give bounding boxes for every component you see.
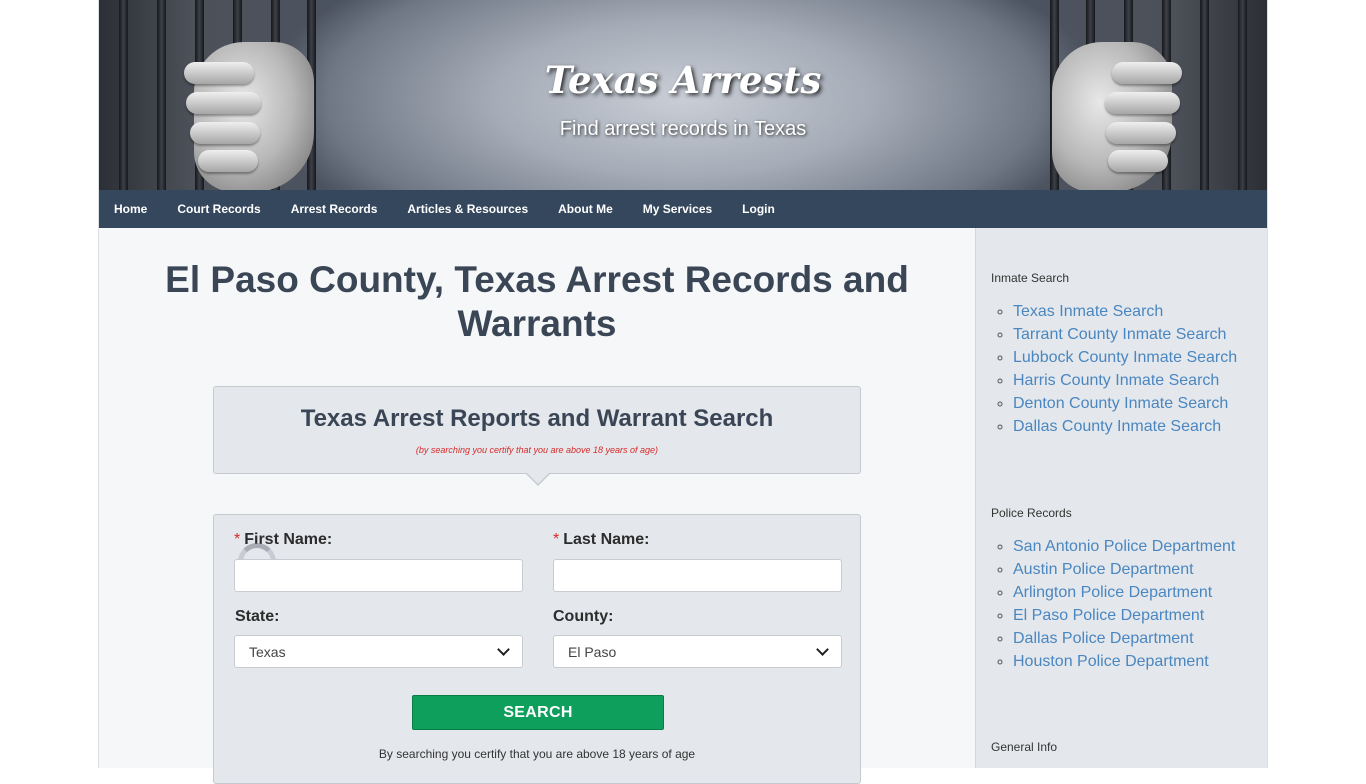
link-dallas-police[interactable]: Dallas Police Department bbox=[1013, 630, 1194, 647]
state-selected-value: Texas bbox=[249, 643, 286, 660]
search-button[interactable]: SEARCH bbox=[412, 695, 664, 730]
inmate-search-list: Texas Inmate Search Tarrant County Inmat… bbox=[991, 300, 1237, 438]
county-selected-value: El Paso bbox=[568, 643, 617, 660]
link-houston-police[interactable]: Houston Police Department bbox=[1013, 653, 1209, 670]
list-item: Dallas Police Department bbox=[1013, 627, 1235, 650]
list-item: Houston Police Department bbox=[1013, 650, 1235, 673]
nav-login[interactable]: Login bbox=[727, 202, 790, 216]
link-arlington-police[interactable]: Arlington Police Department bbox=[1013, 584, 1212, 601]
link-lubbock-county-inmate-search[interactable]: Lubbock County Inmate Search bbox=[1013, 349, 1237, 366]
list-item: Austin Police Department bbox=[1013, 558, 1235, 581]
state-select[interactable]: Texas bbox=[234, 635, 523, 668]
required-mark: * bbox=[234, 531, 241, 548]
search-panel-header: Texas Arrest Reports and Warrant Search … bbox=[213, 386, 861, 486]
list-item: Arlington Police Department bbox=[1013, 581, 1235, 604]
list-item: Texas Inmate Search bbox=[1013, 300, 1237, 323]
link-dallas-county-inmate-search[interactable]: Dallas County Inmate Search bbox=[1013, 418, 1221, 435]
list-item: Lubbock County Inmate Search bbox=[1013, 346, 1237, 369]
link-austin-police[interactable]: Austin Police Department bbox=[1013, 561, 1194, 578]
certify-text: By searching you certify that you are ab… bbox=[378, 747, 696, 761]
main-nav: Home Court Records Arrest Records Articl… bbox=[99, 190, 1267, 228]
list-item: Tarrant County Inmate Search bbox=[1013, 323, 1237, 346]
search-panel-title: Texas Arrest Reports and Warrant Search bbox=[300, 405, 774, 432]
nav-articles-resources[interactable]: Articles & Resources bbox=[392, 202, 543, 216]
nav-home[interactable]: Home bbox=[99, 202, 162, 216]
link-texas-inmate-search[interactable]: Texas Inmate Search bbox=[1013, 303, 1163, 320]
list-item: Dallas County Inmate Search bbox=[1013, 415, 1237, 438]
list-item: El Paso Police Department bbox=[1013, 604, 1235, 627]
police-records-list: San Antonio Police Department Austin Pol… bbox=[991, 535, 1235, 673]
page-container: Texas Arrests Find arrest records in Tex… bbox=[98, 0, 1268, 784]
link-denton-county-inmate-search[interactable]: Denton County Inmate Search bbox=[1013, 395, 1228, 412]
required-mark: * bbox=[553, 531, 560, 548]
county-label: County: bbox=[553, 608, 614, 625]
site-tagline: Find arrest records in Texas bbox=[559, 118, 807, 140]
link-tarrant-county-inmate-search[interactable]: Tarrant County Inmate Search bbox=[1013, 326, 1226, 343]
link-san-antonio-police[interactable]: San Antonio Police Department bbox=[1013, 538, 1235, 555]
site-title[interactable]: Texas Arrests bbox=[99, 58, 1267, 102]
link-harris-county-inmate-search[interactable]: Harris County Inmate Search bbox=[1013, 372, 1219, 389]
search-form: * First Name: * Last Name: State: Texas Co… bbox=[213, 514, 861, 784]
list-item: San Antonio Police Department bbox=[1013, 535, 1235, 558]
sidebar-heading-inmate-search: Inmate Search bbox=[991, 271, 1070, 285]
list-item: Harris County Inmate Search bbox=[1013, 369, 1237, 392]
panel-pointer-arrow bbox=[525, 472, 551, 486]
nav-court-records[interactable]: Court Records bbox=[162, 202, 275, 216]
list-item: Denton County Inmate Search bbox=[1013, 392, 1237, 415]
search-age-note: (by searching you certify that you are a… bbox=[415, 445, 659, 455]
county-select[interactable]: El Paso bbox=[553, 635, 842, 668]
nav-about-me[interactable]: About Me bbox=[543, 202, 628, 216]
last-name-label: * Last Name: bbox=[553, 531, 650, 548]
sidebar-heading-police-records: Police Records bbox=[991, 506, 1072, 520]
first-name-input[interactable] bbox=[234, 559, 523, 592]
chevron-down-icon bbox=[497, 643, 510, 656]
page-title: El Paso County, Texas Arrest Records and… bbox=[165, 259, 909, 344]
sidebar: Inmate Search Texas Inmate Search Tarran… bbox=[975, 228, 1267, 768]
site-header: Texas Arrests Find arrest records in Tex… bbox=[99, 0, 1267, 190]
link-el-paso-police[interactable]: El Paso Police Department bbox=[1013, 607, 1204, 624]
chevron-down-icon bbox=[816, 643, 829, 656]
nav-arrest-records[interactable]: Arrest Records bbox=[276, 202, 393, 216]
nav-my-services[interactable]: My Services bbox=[628, 202, 727, 216]
sidebar-heading-general-info: General Info bbox=[991, 740, 1058, 754]
state-label: State: bbox=[235, 608, 280, 625]
last-name-input[interactable] bbox=[553, 559, 842, 592]
main-content: El Paso County, Texas Arrest Records and… bbox=[99, 228, 975, 784]
